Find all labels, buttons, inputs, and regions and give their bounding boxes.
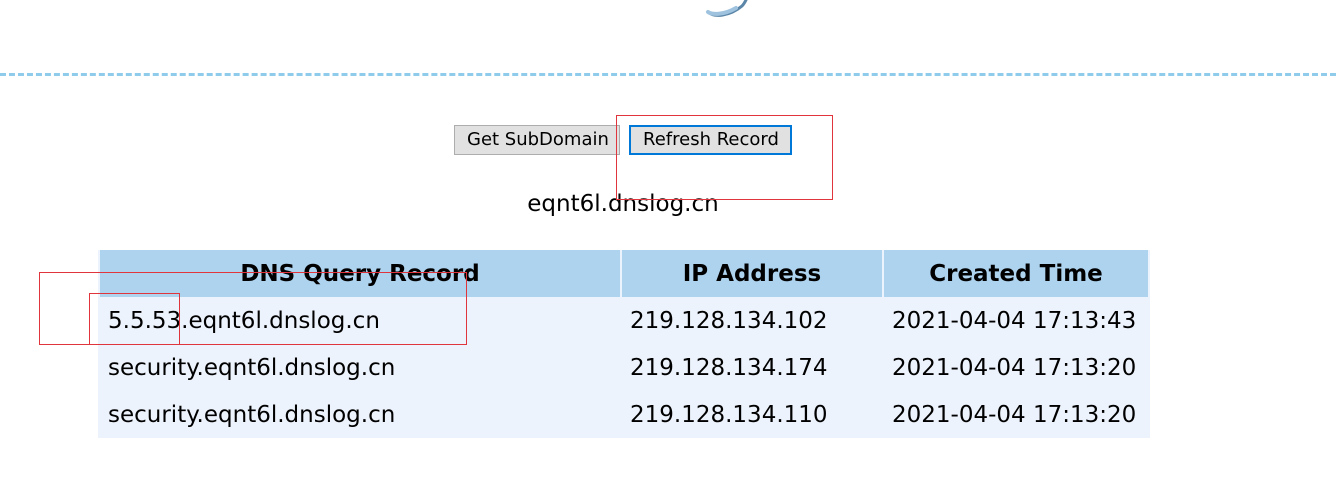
created-time-cell: 2021-04-04 17:13:20 <box>892 354 1137 381</box>
table-row: security.eqnt6l.dnslog.cn 219.128.134.11… <box>100 391 1148 438</box>
column-header-created-time: Created Time <box>884 250 1148 297</box>
refresh-record-button[interactable]: Refresh Record <box>629 125 792 155</box>
column-header-dns-query-record: DNS Query Record <box>100 250 620 297</box>
dns-query-record-cell: 5.5.53.eqnt6l.dnslog.cn <box>108 307 380 334</box>
table-header-row: DNS Query Record IP Address Created Time <box>100 250 1148 297</box>
created-time-cell: 2021-04-04 17:13:20 <box>892 401 1137 428</box>
column-header-ip-address: IP Address <box>622 250 882 297</box>
get-subdomain-button[interactable]: Get SubDomain <box>454 125 620 155</box>
subdomain-text: eqnt6l.dnslog.cn <box>527 191 719 217</box>
created-time-cell: 2021-04-04 17:13:43 <box>892 307 1137 334</box>
ip-address-cell: 219.128.134.110 <box>630 401 828 428</box>
dns-query-record-cell: security.eqnt6l.dnslog.cn <box>108 354 396 381</box>
dnslog-logo-fragment-icon <box>706 0 748 17</box>
dashed-divider <box>0 73 1336 76</box>
table-row: 5.5.53.eqnt6l.dnslog.cn 219.128.134.102 … <box>100 297 1148 344</box>
ip-address-cell: 219.128.134.102 <box>630 307 828 334</box>
table-row: security.eqnt6l.dnslog.cn 219.128.134.17… <box>100 344 1148 391</box>
dns-records-table: DNS Query Record IP Address Created Time… <box>98 250 1150 438</box>
page: Get SubDomain Refresh Record eqnt6l.dnsl… <box>0 0 1336 494</box>
dns-query-record-cell: security.eqnt6l.dnslog.cn <box>108 401 396 428</box>
ip-address-cell: 219.128.134.174 <box>630 354 828 381</box>
